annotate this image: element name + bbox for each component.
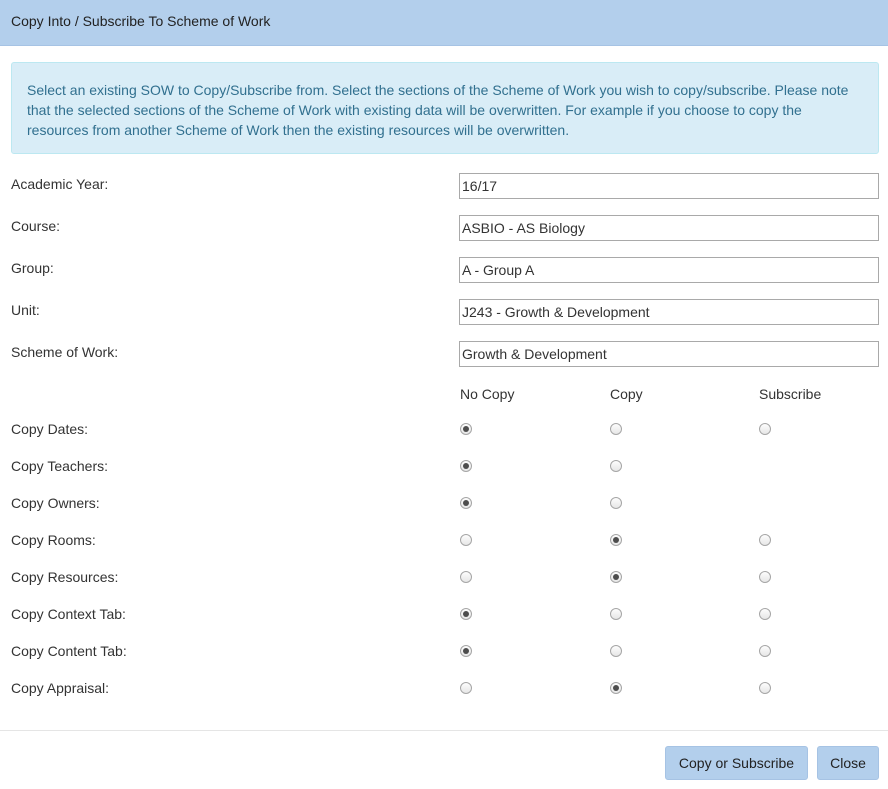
scheme-of-work-label: Scheme of Work:: [11, 344, 119, 360]
copy-appraisal-subscribe-radio[interactable]: [759, 682, 771, 694]
copy-teachers-no-copy-radio[interactable]: [460, 460, 472, 472]
course-label: Course:: [11, 218, 61, 234]
copy-context-tab-no-copy-radio[interactable]: [460, 608, 472, 620]
copy-rooms-copy-radio[interactable]: [610, 534, 622, 546]
copy-content-tab-subscribe-radio[interactable]: [759, 645, 771, 657]
copy-appraisal-no-copy-radio[interactable]: [460, 682, 472, 694]
copy-owners-label: Copy Owners:: [11, 495, 100, 511]
copy-context-tab-copy-radio[interactable]: [610, 608, 622, 620]
copy-owners-no-copy-radio[interactable]: [460, 497, 472, 509]
copy-rooms-label: Copy Rooms:: [11, 532, 96, 548]
copy-resources-subscribe-radio[interactable]: [759, 571, 771, 583]
col-header-subscribe: Subscribe: [759, 386, 822, 402]
copy-resources-label: Copy Resources:: [11, 569, 119, 585]
academic-year-field[interactable]: [459, 173, 879, 199]
copy-dates-copy-radio[interactable]: [610, 423, 622, 435]
close-button[interactable]: Close: [817, 746, 879, 780]
copy-context-tab-label: Copy Context Tab:: [11, 606, 126, 622]
info-alert: Select an existing SOW to Copy/Subscribe…: [11, 62, 879, 154]
copy-resources-copy-radio[interactable]: [610, 571, 622, 583]
copy-content-tab-no-copy-radio[interactable]: [460, 645, 472, 657]
group-label: Group:: [11, 260, 54, 276]
copy-teachers-label: Copy Teachers:: [11, 458, 109, 474]
copy-appraisal-copy-radio[interactable]: [610, 682, 622, 694]
footer-divider: [0, 730, 888, 731]
copy-content-tab-copy-radio[interactable]: [610, 645, 622, 657]
academic-year-label: Academic Year:: [11, 176, 109, 192]
copy-owners-copy-radio[interactable]: [610, 497, 622, 509]
copy-rooms-no-copy-radio[interactable]: [460, 534, 472, 546]
copy-content-tab-label: Copy Content Tab:: [11, 643, 127, 659]
scheme-of-work-field[interactable]: [459, 341, 879, 367]
unit-label: Unit:: [11, 302, 40, 318]
unit-field[interactable]: [459, 299, 879, 325]
course-field[interactable]: [459, 215, 879, 241]
copy-or-subscribe-button[interactable]: Copy or Subscribe: [665, 746, 808, 780]
col-header-no-copy: No Copy: [460, 386, 515, 402]
copy-appraisal-label: Copy Appraisal:: [11, 680, 110, 696]
dialog-header: Copy Into / Subscribe To Scheme of Work: [0, 0, 888, 46]
group-field[interactable]: [459, 257, 879, 283]
dialog-title: Copy Into / Subscribe To Scheme of Work: [11, 13, 271, 29]
copy-rooms-subscribe-radio[interactable]: [759, 534, 771, 546]
copy-dates-subscribe-radio[interactable]: [759, 423, 771, 435]
copy-dates-label: Copy Dates:: [11, 421, 89, 437]
copy-dates-no-copy-radio[interactable]: [460, 423, 472, 435]
col-header-copy: Copy: [610, 386, 643, 402]
copy-resources-no-copy-radio[interactable]: [460, 571, 472, 583]
copy-context-tab-subscribe-radio[interactable]: [759, 608, 771, 620]
copy-teachers-copy-radio[interactable]: [610, 460, 622, 472]
